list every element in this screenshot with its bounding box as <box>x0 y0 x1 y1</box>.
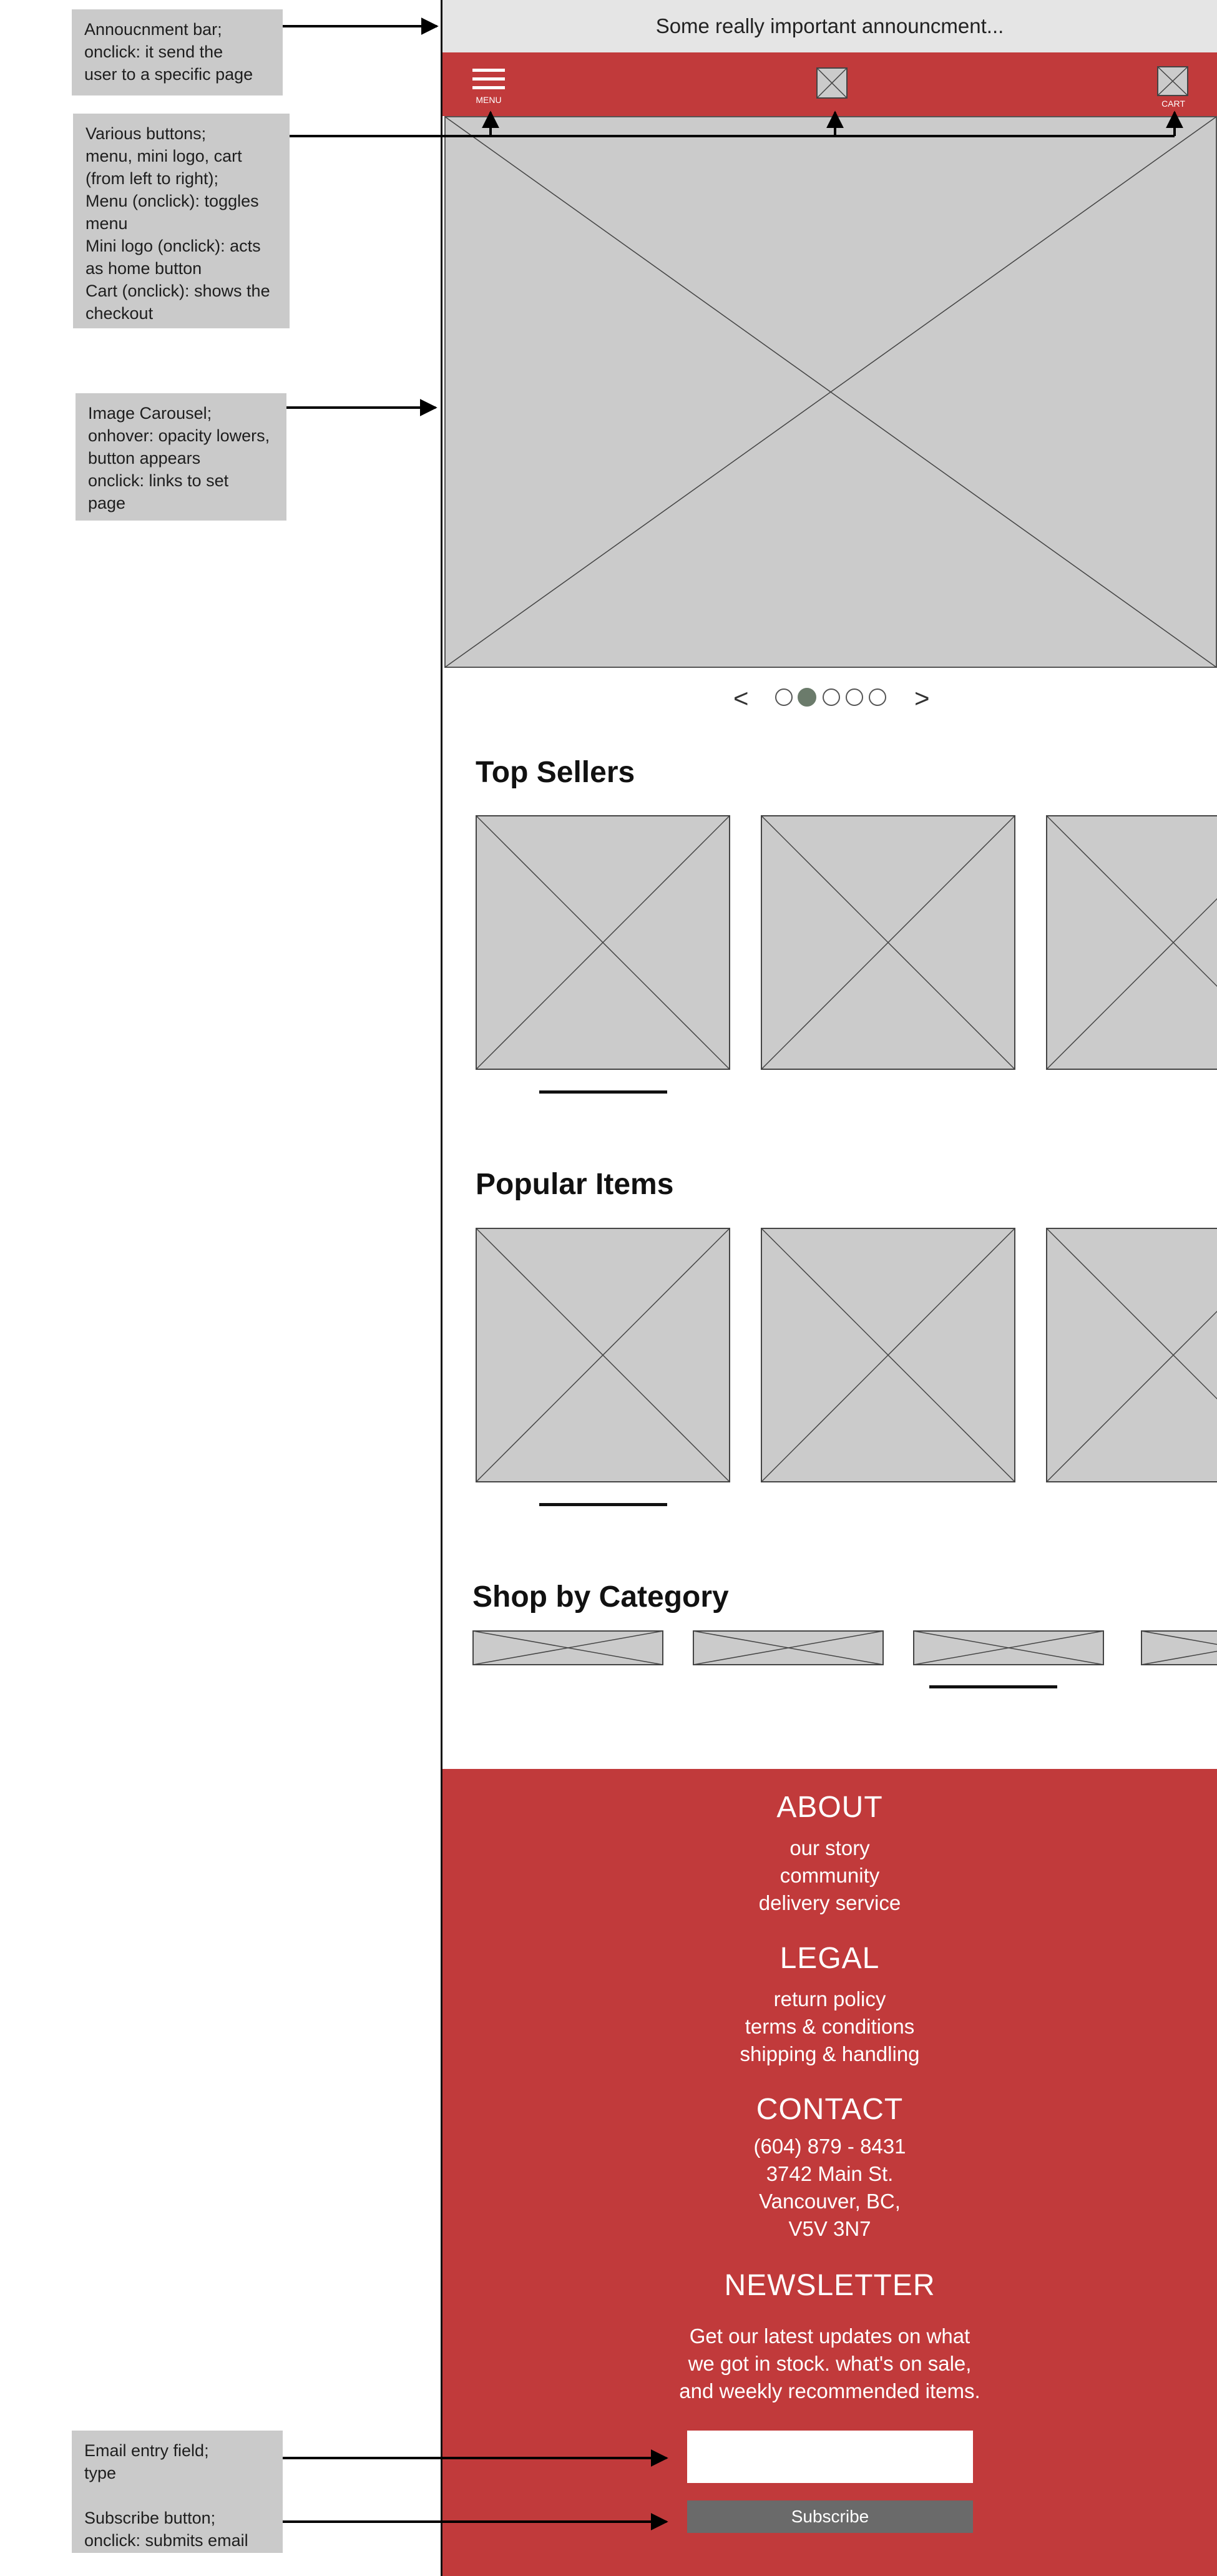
product-image-placeholder <box>476 1228 730 1482</box>
product-image-placeholder <box>761 1228 1015 1482</box>
email-field[interactable] <box>687 2431 973 2483</box>
logo-placeholder-icon <box>816 67 848 99</box>
popular-items-title: Popular Items <box>476 1168 674 1201</box>
announcement-text: Some really important announcment... <box>655 14 1004 37</box>
product-card[interactable] <box>761 815 1015 1073</box>
mini-logo-button[interactable] <box>816 67 848 99</box>
menu-icon-bar <box>472 86 505 89</box>
shop-by-category-title: Shop by Category <box>472 1580 729 1614</box>
product-image-placeholder <box>761 815 1015 1070</box>
footer-contact-postal: V5V 3N7 <box>788 2217 871 2240</box>
annotation-line: page <box>88 494 126 512</box>
annotation-line: user to a specific page <box>84 65 253 84</box>
category-scroll-indicator <box>929 1685 1057 1688</box>
popular-items-scroll-indicator <box>539 1503 667 1506</box>
category-image-placeholder <box>913 1630 1104 1665</box>
category-card[interactable] <box>913 1630 1104 1668</box>
footer-link-community[interactable]: community <box>442 1864 1217 1888</box>
footer-link-shipping-handling[interactable]: shipping & handling <box>442 2042 1217 2066</box>
annotation-line: Cart (onclick): shows the <box>86 282 270 300</box>
carousel-dot[interactable] <box>775 688 793 706</box>
category-image-placeholder <box>1141 1630 1217 1665</box>
footer-newsletter-text: we got in stock. what's on sale, <box>688 2352 972 2375</box>
product-card[interactable] <box>1046 1228 1217 1486</box>
annotation-nav-buttons: Various buttons; menu, mini logo, cart (… <box>73 114 290 328</box>
annotation-spacer <box>84 2484 270 2507</box>
menu-label: MENU <box>476 95 502 105</box>
annotation-line: menu, mini logo, cart <box>86 147 242 165</box>
annotation-line: Various buttons; <box>86 124 207 143</box>
cart-label: CART <box>1161 99 1185 109</box>
footer-newsletter-heading: NEWSLETTER <box>724 2269 936 2302</box>
carousel-next-icon[interactable]: > <box>914 683 930 714</box>
image-carousel[interactable] <box>444 116 1217 668</box>
product-image-placeholder <box>476 815 730 1070</box>
cart-placeholder-icon <box>1157 66 1188 96</box>
annotation-line: Subscribe button; <box>84 2509 216 2527</box>
footer-about-heading: ABOUT <box>776 1791 883 1824</box>
category-image-placeholder <box>472 1630 663 1665</box>
footer-link-delivery-service[interactable]: delivery service <box>442 1891 1217 1915</box>
category-image-placeholder <box>693 1630 884 1665</box>
cart-button[interactable]: CART <box>1156 66 1191 110</box>
annotation-line: Annoucnment bar; <box>84 20 222 39</box>
category-card[interactable] <box>472 1630 663 1668</box>
carousel-image-placeholder <box>444 116 1217 668</box>
annotation-announcement-bar: Annoucnment bar; onclick: it send the us… <box>72 9 283 95</box>
footer-newsletter-text: Get our latest updates on what <box>689 2324 970 2348</box>
annotation-line: checkout <box>86 304 154 323</box>
footer-contact-heading: CONTACT <box>756 2093 904 2126</box>
nav-bar: MENU CART <box>442 52 1217 116</box>
annotation-line: onclick: submits email <box>84 2531 248 2550</box>
subscribe-label: Subscribe <box>791 2507 869 2526</box>
annotation-line: as home button <box>86 259 202 278</box>
carousel-prev-icon[interactable]: < <box>733 683 749 714</box>
announcement-bar[interactable]: Some really important announcment... <box>442 0 1217 52</box>
menu-button[interactable]: MENU <box>472 66 505 107</box>
annotation-newsletter-form: Email entry field; type Subscribe button… <box>72 2431 283 2553</box>
annotation-line: Email entry field; <box>84 2441 209 2460</box>
carousel-dot-active[interactable] <box>798 688 816 707</box>
menu-icon-bar <box>472 69 505 72</box>
footer-newsletter-text: and weekly recommended items. <box>679 2379 980 2402</box>
annotation-line: onclick: it send the <box>84 42 223 61</box>
annotation-line: Image Carousel; <box>88 404 212 423</box>
top-sellers-title: Top Sellers <box>476 756 635 789</box>
carousel-dot[interactable] <box>869 688 886 706</box>
annotation-line: onclick: links to set <box>88 471 229 490</box>
product-card[interactable] <box>476 815 730 1073</box>
product-image-placeholder <box>1046 815 1217 1070</box>
annotation-line: (from left to right); <box>86 169 219 188</box>
carousel-controls: < > <box>724 683 949 714</box>
footer-link-our-story[interactable]: our story <box>442 1836 1217 1860</box>
footer-link-terms-conditions[interactable]: terms & conditions <box>442 2015 1217 2039</box>
footer: ABOUT our story community delivery servi… <box>442 1769 1217 2576</box>
annotation-line: type <box>84 2464 117 2482</box>
footer-contact-address: 3742 Main St. <box>766 2162 894 2185</box>
footer-contact-phone: (604) 879 - 8431 <box>753 2135 906 2158</box>
annotation-line: button appears <box>88 449 201 468</box>
annotation-line: onhover: opacity lowers, <box>88 426 270 445</box>
annotation-line: menu <box>86 214 128 233</box>
category-card[interactable] <box>693 1630 884 1668</box>
annotation-line: Menu (onclick): toggles <box>86 192 259 210</box>
carousel-dot[interactable] <box>823 688 840 706</box>
menu-icon-bar <box>472 77 505 81</box>
product-card[interactable] <box>1046 815 1217 1073</box>
footer-contact-city: Vancouver, BC, <box>759 2190 901 2213</box>
subscribe-button[interactable]: Subscribe <box>687 2500 973 2533</box>
product-card[interactable] <box>476 1228 730 1486</box>
product-card[interactable] <box>761 1228 1015 1486</box>
carousel-dot[interactable] <box>846 688 863 706</box>
footer-legal-heading: LEGAL <box>780 1942 880 1975</box>
top-sellers-scroll-indicator <box>539 1090 667 1094</box>
annotation-line: Mini logo (onclick): acts <box>86 237 261 255</box>
category-card[interactable] <box>1141 1630 1217 1668</box>
product-image-placeholder <box>1046 1228 1217 1482</box>
footer-link-return-policy[interactable]: return policy <box>442 1987 1217 2011</box>
annotation-image-carousel: Image Carousel; onhover: opacity lowers,… <box>76 393 286 521</box>
